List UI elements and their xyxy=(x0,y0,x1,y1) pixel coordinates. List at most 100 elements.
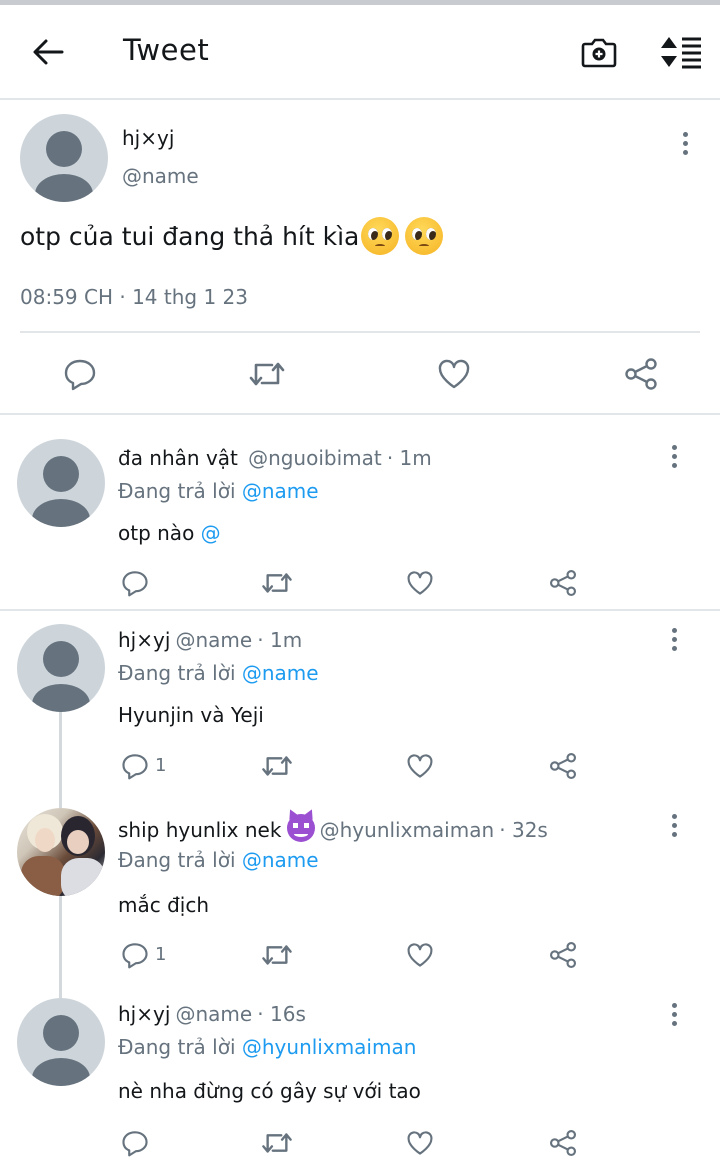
share-icon xyxy=(549,752,577,780)
reply-more-button[interactable] xyxy=(664,810,684,840)
mention-link[interactable]: @ xyxy=(201,521,221,545)
share-icon xyxy=(625,358,657,390)
reply-icon xyxy=(122,571,148,597)
camera-button[interactable] xyxy=(577,30,621,74)
retweet-button[interactable] xyxy=(258,1126,296,1160)
share-button[interactable] xyxy=(546,1126,580,1160)
sort-button[interactable] xyxy=(656,30,706,74)
reply-button[interactable] xyxy=(118,749,152,783)
reply-author-handle[interactable]: @name xyxy=(175,1002,252,1026)
heart-icon xyxy=(407,571,433,595)
reply-more-button[interactable] xyxy=(664,999,684,1029)
retweet-button[interactable] xyxy=(258,566,296,600)
like-button[interactable] xyxy=(403,938,437,972)
share-icon xyxy=(549,569,577,597)
reply-time: · 16s xyxy=(257,1002,306,1026)
tweet-more-button[interactable] xyxy=(675,128,695,158)
reply-author-handle[interactable]: @name xyxy=(175,628,252,652)
reply-button[interactable] xyxy=(118,938,152,972)
retweet-icon xyxy=(262,945,292,965)
replying-prefix: Đang trả lời xyxy=(118,661,236,685)
reply-header: hj×yj @name · 16s xyxy=(118,1002,306,1026)
replying-prefix: Đang trả lời xyxy=(118,479,236,503)
reply-author-name[interactable]: hj×yj xyxy=(118,628,170,652)
retweet-icon xyxy=(262,1133,292,1153)
reply-author-handle[interactable]: @hyunlixmaiman xyxy=(320,818,495,842)
tweet-timestamp: 08:59 CH · 14 thg 1 23 xyxy=(20,285,248,309)
reply-avatar-photo[interactable] xyxy=(17,808,105,896)
pleading-face-icon xyxy=(361,217,400,255)
smiling-devil-icon xyxy=(286,814,315,842)
retweet-icon xyxy=(249,362,285,386)
share-button[interactable] xyxy=(546,749,580,783)
author-avatar[interactable] xyxy=(20,114,108,202)
reply-time: · 1m xyxy=(386,446,432,470)
divider xyxy=(0,609,720,611)
retweet-icon xyxy=(262,573,292,593)
retweet-button[interactable] xyxy=(258,749,296,783)
reply-time: · 1m xyxy=(257,628,303,652)
heart-icon xyxy=(407,1131,433,1155)
author-handle[interactable]: @name xyxy=(122,164,199,188)
reply-author-name[interactable]: đa nhân vật xyxy=(118,446,238,470)
replying-to-link[interactable]: @hyunlixmaiman xyxy=(242,1035,417,1059)
camera-add-icon xyxy=(581,38,617,68)
pleading-face-icon xyxy=(405,217,444,255)
retweet-icon xyxy=(262,756,292,776)
share-button[interactable] xyxy=(546,938,580,972)
replying-to-link[interactable]: @name xyxy=(242,848,319,872)
page-title: Tweet xyxy=(123,33,210,67)
reply-text: mắc địch xyxy=(118,893,210,917)
tweet-text-row: otp của tui đang thả hít kìa xyxy=(20,217,444,255)
reply-avatar[interactable] xyxy=(17,439,105,527)
replying-prefix: Đang trả lời xyxy=(118,848,236,872)
reply-author-name[interactable]: hj×yj xyxy=(118,1002,170,1026)
tweet-text: otp của tui đang thả hít kìa xyxy=(20,221,360,251)
replying-prefix: Đang trả lời xyxy=(118,1035,236,1059)
reply-count: 1 xyxy=(155,944,167,965)
reply-text: Hyunjin và Yeji xyxy=(118,703,264,727)
divider xyxy=(20,331,700,333)
reply-avatar[interactable] xyxy=(17,624,105,712)
like-button[interactable] xyxy=(432,352,476,396)
retweet-button[interactable] xyxy=(244,352,290,396)
reply-more-button[interactable] xyxy=(664,624,684,654)
reply-text-content: otp nào xyxy=(118,521,195,545)
heart-icon xyxy=(407,754,433,778)
reply-more-button[interactable] xyxy=(664,441,684,471)
like-button[interactable] xyxy=(403,1126,437,1160)
share-icon xyxy=(549,941,577,969)
reply-time: · 32s xyxy=(499,818,548,842)
reply-button[interactable] xyxy=(118,566,152,600)
reply-text: nè nha đừng có gây sự với tao xyxy=(118,1079,421,1103)
replying-to-link[interactable]: @name xyxy=(242,479,319,503)
reply-header: ship hyunlix nek @hyunlixmaiman · 32s xyxy=(118,814,548,842)
reply-icon xyxy=(122,1131,148,1157)
arrow-left-icon xyxy=(33,39,64,65)
thread-connector xyxy=(59,712,62,808)
reply-button[interactable] xyxy=(118,1126,152,1160)
replying-to: Đang trả lời @name xyxy=(118,848,319,872)
reply-header: đa nhân vật @nguoibimat · 1m xyxy=(118,446,432,470)
reply-author-name[interactable]: ship hyunlix nek xyxy=(118,818,281,842)
retweet-button[interactable] xyxy=(258,938,296,972)
replying-to: Đang trả lời @name xyxy=(118,479,319,503)
reply-header: hj×yj @name · 1m xyxy=(118,628,302,652)
reply-button[interactable] xyxy=(58,352,102,396)
reply-author-handle[interactable]: @nguoibimat xyxy=(248,446,382,470)
share-button[interactable] xyxy=(619,352,663,396)
thread-connector xyxy=(59,896,62,998)
replying-to: Đang trả lời @hyunlixmaiman xyxy=(118,1035,416,1059)
reply-avatar[interactable] xyxy=(17,998,105,1086)
author-name[interactable]: hj×yj xyxy=(122,126,174,150)
heart-icon xyxy=(407,943,433,967)
reply-icon xyxy=(122,754,148,780)
like-button[interactable] xyxy=(403,566,437,600)
sort-list-icon xyxy=(661,37,701,69)
divider xyxy=(0,413,720,415)
like-button[interactable] xyxy=(403,749,437,783)
app-header: Tweet xyxy=(0,5,720,100)
share-button[interactable] xyxy=(546,566,580,600)
replying-to-link[interactable]: @name xyxy=(242,661,319,685)
back-button[interactable] xyxy=(22,29,74,75)
